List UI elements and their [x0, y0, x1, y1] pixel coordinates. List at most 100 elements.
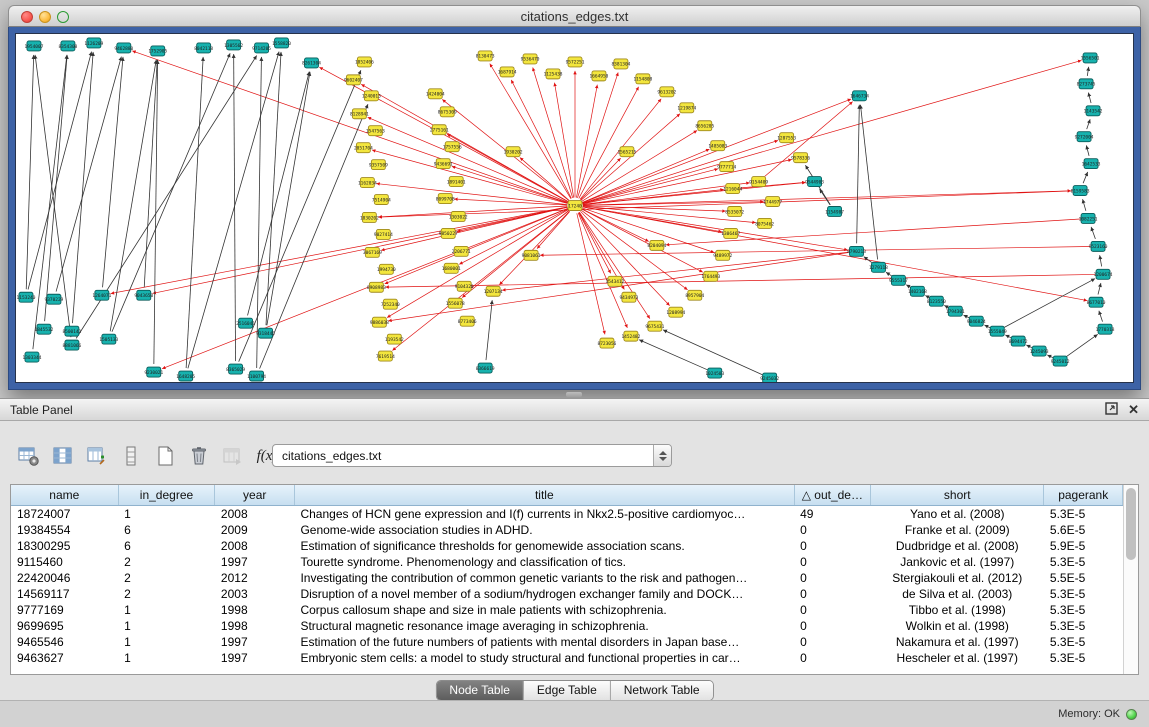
network-canvas[interactable]: 1724018524069602407124001381289411547563… — [15, 33, 1134, 383]
graph-edge[interactable] — [579, 212, 649, 319]
graph-node[interactable]: 1100794 — [247, 371, 266, 381]
tab-network-table[interactable]: Network Table — [611, 681, 713, 700]
graph-node[interactable]: 9886038 — [370, 317, 389, 327]
graph-node[interactable]: 1565215 — [617, 147, 636, 157]
cell-in_degree[interactable]: 1 — [118, 650, 215, 666]
cell-title[interactable]: Estimation of significance thresholds fo… — [294, 538, 794, 554]
graph-node[interactable]: 9675431 — [645, 321, 664, 331]
cell-title[interactable]: Genome-wide association studies in ADHD. — [294, 522, 794, 538]
graph-node[interactable]: 1485083 — [708, 141, 727, 151]
graph-node[interactable]: 1279118 — [869, 262, 888, 272]
cell-title[interactable]: Investigating the contribution of common… — [294, 570, 794, 586]
graph-node[interactable]: 8261304 — [302, 58, 321, 68]
graph-edge[interactable] — [578, 213, 627, 328]
graph-edge[interactable] — [112, 53, 230, 332]
cell-year[interactable]: 1998 — [215, 602, 295, 618]
cell-in_degree[interactable]: 1 — [118, 618, 215, 634]
cell-name[interactable]: 9699695 — [11, 618, 118, 634]
cell-pagerank[interactable]: 5.3E-5 — [1044, 634, 1123, 650]
network-graph-svg[interactable]: 1724018524069602407124001381289411547563… — [16, 34, 1133, 382]
graph-node[interactable]: 8500141 — [62, 326, 81, 336]
graph-node[interactable]: 9602407 — [344, 75, 363, 85]
graph-node[interactable]: 1845532 — [35, 324, 54, 334]
cell-name[interactable]: 9777169 — [11, 602, 118, 618]
column-header-short[interactable]: short — [871, 485, 1044, 505]
cell-pagerank[interactable]: 5.5E-5 — [1044, 570, 1123, 586]
graph-node[interactable]: 8273745 — [1077, 79, 1096, 89]
cell-in_degree[interactable]: 6 — [118, 522, 215, 538]
graph-node[interactable]: 3067169 — [363, 247, 382, 257]
graph-node[interactable]: 9318445 — [256, 328, 275, 338]
cell-short[interactable]: Hescheler et al. (1997) — [871, 650, 1044, 666]
graph-edge[interactable] — [1067, 334, 1098, 356]
graph-edge[interactable] — [583, 191, 1071, 205]
cell-in_degree[interactable]: 2 — [118, 586, 215, 602]
graph-node[interactable]: 1555049 — [988, 326, 1007, 336]
graph-node[interactable]: 8535072 — [725, 207, 744, 217]
graph-node[interactable]: 1162034 — [358, 178, 377, 188]
graph-node[interactable]: 1891401 — [447, 177, 466, 187]
graph-node[interactable]: 7619514 — [376, 351, 395, 361]
graph-node[interactable]: 9154409 — [749, 177, 768, 187]
cell-year[interactable]: 2008 — [215, 538, 295, 554]
graph-edge[interactable] — [582, 209, 703, 272]
cell-short[interactable]: Yano et al. (2008) — [871, 505, 1044, 522]
column-header-out_degree[interactable]: △ out_de… — [794, 485, 870, 505]
graph-edge[interactable] — [944, 305, 948, 307]
graph-edge[interactable] — [26, 55, 33, 289]
graph-node[interactable]: 8366619 — [476, 363, 495, 373]
graph-node[interactable]: 1303022 — [449, 211, 468, 221]
graph-edge[interactable] — [1005, 335, 1011, 338]
zoom-window-button[interactable] — [57, 11, 69, 23]
graph-edge[interactable] — [583, 140, 778, 203]
graph-node[interactable]: 1219874 — [677, 103, 696, 113]
graph-node[interactable]: 9027414 — [374, 229, 393, 239]
cell-short[interactable]: de Silva et al. (2003) — [871, 586, 1044, 602]
float-panel-icon[interactable] — [1105, 402, 1118, 417]
graph-node[interactable]: 9370229 — [45, 294, 64, 304]
graph-edge[interactable] — [1088, 93, 1091, 104]
graph-edge[interactable] — [583, 60, 1082, 203]
graph-edge[interactable] — [368, 117, 568, 202]
graph-node[interactable]: 9613202 — [657, 87, 676, 97]
graph-edge[interactable] — [1100, 255, 1102, 266]
cell-pagerank[interactable]: 5.3E-5 — [1044, 554, 1123, 570]
graph-node[interactable]: 8128941 — [350, 109, 369, 119]
graph-node[interactable]: 9436691 — [434, 159, 453, 169]
table-row[interactable]: 1872400712008Changes of HCN gene express… — [11, 505, 1123, 522]
graph-edge[interactable] — [581, 158, 621, 200]
table-row[interactable]: 1830029562008Estimation of significance … — [11, 538, 1123, 554]
graph-edge[interactable] — [1087, 67, 1088, 76]
graph-node[interactable]: 9714205 — [252, 43, 271, 53]
graph-edge[interactable] — [984, 325, 990, 328]
cell-year[interactable]: 2009 — [215, 522, 295, 538]
graph-edge[interactable] — [1047, 355, 1053, 358]
graph-node[interactable]: 1125438 — [544, 69, 563, 79]
graph-node[interactable]: 1852406 — [355, 57, 374, 67]
cell-name[interactable]: 18724007 — [11, 505, 118, 522]
cell-short[interactable]: Franke et al. (2009) — [871, 522, 1044, 538]
graph-node[interactable]: 1240013 — [362, 91, 381, 101]
column-header-year[interactable]: year — [215, 485, 295, 505]
graph-node[interactable]: 1556078 — [446, 298, 465, 308]
cell-out_degree[interactable]: 0 — [794, 650, 870, 666]
graph-edge[interactable] — [580, 211, 669, 305]
graph-node[interactable]: 1153240 — [17, 292, 36, 302]
cell-name[interactable]: 22420046 — [11, 570, 118, 586]
graph-node[interactable]: 8354308 — [58, 41, 77, 51]
cell-pagerank[interactable]: 5.3E-5 — [1044, 618, 1123, 634]
graph-node[interactable]: 8159583 — [1071, 186, 1090, 196]
graph-node[interactable]: 1558820 — [272, 38, 291, 48]
graph-edge[interactable] — [248, 72, 310, 316]
cell-title[interactable]: Disruption of a novel member of a sodium… — [294, 586, 794, 602]
graph-node[interactable]: 8365029 — [226, 364, 245, 374]
graph-edge[interactable] — [186, 57, 203, 368]
node-table-scrollarea[interactable]: namein_degreeyeartitle△ out_de…shortpage… — [11, 485, 1123, 674]
graph-edge[interactable] — [639, 340, 707, 370]
graph-node[interactable]: 2516041 — [236, 318, 255, 328]
graph-node[interactable]: 8790213 — [847, 246, 866, 256]
table-row[interactable]: 1456911722003Disruption of a novel membe… — [11, 586, 1123, 602]
cell-pagerank[interactable]: 5.9E-5 — [1044, 538, 1123, 554]
graph-edge[interactable] — [392, 210, 568, 350]
graph-edge[interactable] — [1026, 345, 1032, 348]
